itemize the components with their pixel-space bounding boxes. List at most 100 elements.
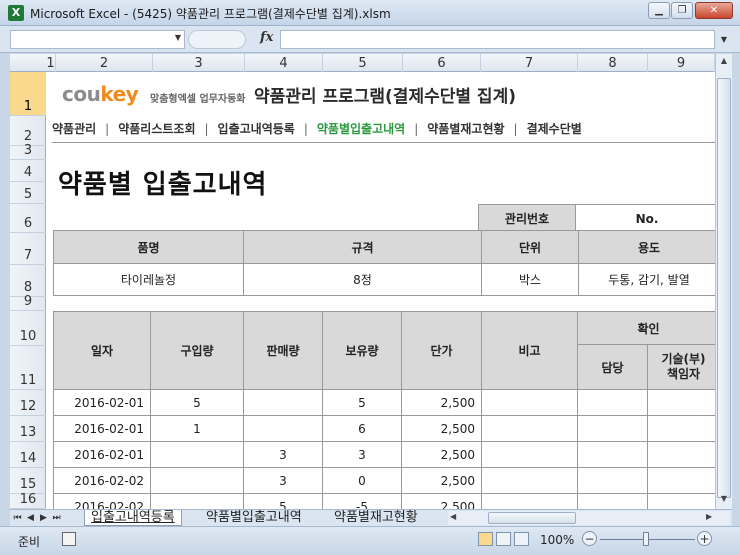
column-header[interactable]: 9 bbox=[648, 54, 715, 72]
cell-note[interactable] bbox=[481, 415, 578, 442]
zoom-in-icon[interactable]: + bbox=[697, 531, 712, 546]
zoom-out-icon[interactable]: − bbox=[582, 531, 597, 546]
mgmt-number-value[interactable]: No. bbox=[575, 204, 715, 233]
minimize-button[interactable]: ▁ bbox=[648, 2, 670, 19]
row-header[interactable]: 15 bbox=[10, 468, 46, 494]
scroll-left-icon[interactable]: ◀ bbox=[450, 512, 456, 521]
cell-manager[interactable] bbox=[577, 415, 648, 442]
row-header[interactable]: 6 bbox=[10, 204, 46, 233]
close-button[interactable]: ✕ bbox=[695, 2, 733, 19]
cell-note[interactable] bbox=[481, 441, 578, 468]
row-header[interactable]: 14 bbox=[10, 442, 46, 468]
cell-purchase[interactable] bbox=[150, 441, 244, 468]
cell-stock[interactable]: -5 bbox=[322, 493, 402, 509]
cell-price[interactable]: 2,500 bbox=[401, 467, 482, 494]
column-header[interactable]: 3 bbox=[153, 54, 245, 72]
nav-item-drug-inout-history[interactable]: 약품별입출고내역 bbox=[317, 120, 405, 137]
cell-price[interactable]: 2,500 bbox=[401, 415, 482, 442]
cell-purchase[interactable]: 1 bbox=[150, 415, 244, 442]
sheet-tab-drug-inout-history[interactable]: 약품별입출고내역 bbox=[200, 510, 308, 526]
spec-value[interactable]: 8정 bbox=[243, 263, 482, 296]
column-header[interactable]: 8 bbox=[578, 54, 648, 72]
expand-formula-bar-icon[interactable]: ▼ bbox=[716, 30, 732, 49]
cell-date[interactable]: 2016-02-02 bbox=[53, 467, 151, 494]
row-header[interactable]: 8 bbox=[10, 265, 46, 297]
cell-price[interactable]: 2,500 bbox=[401, 493, 482, 509]
row-header[interactable]: 13 bbox=[10, 416, 46, 442]
zoom-slider-thumb[interactable] bbox=[643, 532, 649, 546]
table-row[interactable]: 2016-02-01 5 5 2,500 bbox=[53, 389, 715, 416]
cell-manager[interactable] bbox=[577, 493, 648, 509]
cell-tech[interactable] bbox=[647, 441, 715, 468]
name-box[interactable]: ▼ bbox=[10, 30, 185, 49]
cell-tech[interactable] bbox=[647, 389, 715, 416]
column-header[interactable]: 1 bbox=[46, 54, 56, 72]
cell-purchase[interactable]: 5 bbox=[150, 389, 244, 416]
scroll-down-icon[interactable]: ▼ bbox=[716, 494, 732, 503]
prev-sheet-icon[interactable]: ◀ bbox=[25, 511, 36, 525]
row-header[interactable]: 12 bbox=[10, 390, 46, 416]
formula-bar-divider[interactable] bbox=[188, 30, 246, 49]
row-header[interactable]: 4 bbox=[10, 160, 46, 182]
cell-note[interactable] bbox=[481, 467, 578, 494]
page-break-view-icon[interactable] bbox=[514, 532, 529, 546]
cell-purchase[interactable] bbox=[150, 493, 244, 509]
vertical-scrollbar[interactable]: ▲ ▼ bbox=[715, 54, 732, 509]
vertical-scroll-thumb[interactable] bbox=[717, 78, 731, 498]
excel-app-icon[interactable]: X bbox=[8, 5, 24, 21]
scroll-right-icon[interactable]: ▶ bbox=[706, 512, 712, 521]
row-header[interactable]: 11 bbox=[10, 346, 46, 390]
cell-date[interactable]: 2016-02-01 bbox=[53, 389, 151, 416]
unit-value[interactable]: 박스 bbox=[481, 263, 579, 296]
nav-item-drug-stock-status[interactable]: 약품별재고현황 bbox=[427, 120, 504, 137]
table-row[interactable]: 2016-02-02 5 -5 2,500 bbox=[53, 493, 715, 509]
cell-sales[interactable]: 3 bbox=[243, 441, 323, 468]
row-header[interactable]: 16 bbox=[10, 492, 46, 509]
row-header[interactable]: 5 bbox=[10, 182, 46, 204]
last-sheet-icon[interactable]: ⏭ bbox=[51, 511, 62, 525]
cell-purchase[interactable] bbox=[150, 467, 244, 494]
zoom-level[interactable]: 100% bbox=[540, 533, 574, 547]
table-row[interactable]: 2016-02-01 1 6 2,500 bbox=[53, 415, 715, 442]
horizontal-scroll-thumb[interactable] bbox=[488, 512, 576, 524]
cell-stock[interactable]: 0 bbox=[322, 467, 402, 494]
cell-note[interactable] bbox=[481, 493, 578, 509]
cell-manager[interactable] bbox=[577, 467, 648, 494]
row-header[interactable]: 7 bbox=[10, 233, 46, 265]
name-value[interactable]: 타이레놀정 bbox=[53, 263, 244, 296]
table-row[interactable]: 2016-02-02 3 0 2,500 bbox=[53, 467, 715, 494]
macro-record-icon[interactable] bbox=[62, 532, 76, 546]
cell-date[interactable]: 2016-02-01 bbox=[53, 415, 151, 442]
normal-view-icon[interactable] bbox=[478, 532, 493, 546]
page-layout-view-icon[interactable] bbox=[496, 532, 511, 546]
table-row[interactable]: 2016-02-01 3 3 2,500 bbox=[53, 441, 715, 468]
row-header[interactable]: 3 bbox=[10, 143, 46, 160]
cell-sales[interactable] bbox=[243, 389, 323, 416]
column-header[interactable]: 7 bbox=[481, 54, 578, 72]
cell-sales[interactable]: 3 bbox=[243, 467, 323, 494]
cell-stock[interactable]: 6 bbox=[322, 415, 402, 442]
first-sheet-icon[interactable]: ⏮ bbox=[12, 511, 23, 525]
chevron-down-icon[interactable]: ▼ bbox=[175, 33, 181, 42]
horizontal-scrollbar[interactable]: ◀ ▶ bbox=[448, 511, 730, 525]
sheet-tab-inout-register[interactable]: 입출고내역등록 bbox=[84, 510, 182, 526]
cell-date[interactable]: 2016-02-01 bbox=[53, 441, 151, 468]
row-header[interactable]: 2 bbox=[10, 116, 46, 146]
restore-button[interactable]: ❐ bbox=[671, 2, 693, 19]
cell-price[interactable]: 2,500 bbox=[401, 389, 482, 416]
column-header[interactable]: 6 bbox=[403, 54, 481, 72]
worksheet-grid[interactable]: coukey 맞춤형엑셀 업무자동화 약품관리 프로그램(결제수단별 집계) 약… bbox=[46, 72, 715, 509]
column-header[interactable]: 2 bbox=[56, 54, 153, 72]
cell-manager[interactable] bbox=[577, 441, 648, 468]
sheet-tab-drug-stock-status[interactable]: 약품별재고현황 bbox=[328, 510, 424, 526]
insert-function-icon[interactable]: fx bbox=[260, 30, 273, 45]
cell-tech[interactable] bbox=[647, 467, 715, 494]
cell-note[interactable] bbox=[481, 389, 578, 416]
column-header[interactable]: 4 bbox=[245, 54, 323, 72]
cell-tech[interactable] bbox=[647, 493, 715, 509]
row-header[interactable]: 10 bbox=[10, 311, 46, 346]
usage-value[interactable]: 두통, 감기, 발열 bbox=[578, 263, 715, 296]
formula-input[interactable] bbox=[280, 30, 715, 49]
scroll-up-icon[interactable]: ▲ bbox=[716, 56, 732, 65]
next-sheet-icon[interactable]: ▶ bbox=[38, 511, 49, 525]
